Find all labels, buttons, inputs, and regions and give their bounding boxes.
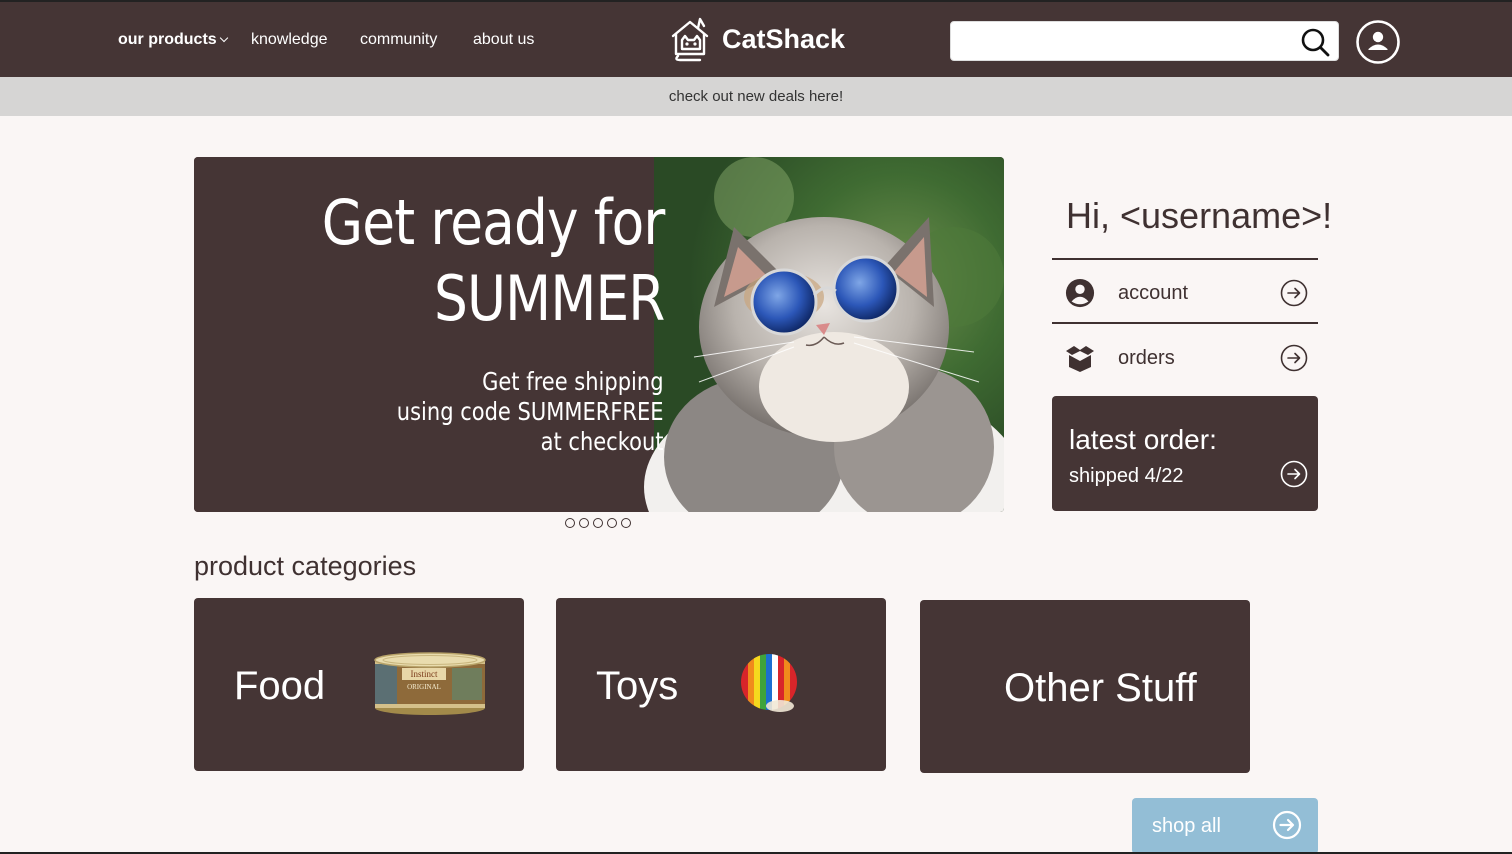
category-label-food: Food (234, 664, 326, 708)
category-card-toys[interactable]: Toys (556, 598, 886, 771)
nav-knowledge[interactable]: knowledge (251, 31, 328, 49)
top-navigation-bar: our products knowledge community about u… (0, 0, 1512, 77)
orders-label: orders (1118, 347, 1175, 369)
nav-community[interactable]: community (360, 31, 437, 49)
search-input[interactable] (961, 28, 1291, 54)
promo-banner: check out new deals here! (0, 77, 1512, 116)
open-box-icon (1066, 346, 1094, 372)
category-card-food[interactable]: Food Instinct ORIGINAL (194, 598, 524, 771)
cat-food-can-image: Instinct ORIGINAL (374, 652, 486, 715)
carousel-dot[interactable] (621, 518, 631, 528)
latest-order-title: latest order: (1069, 424, 1217, 455)
hero-title: Get ready for SUMMER (321, 185, 665, 337)
brand-logo[interactable]: CatShack (668, 16, 845, 62)
nav-our-products-label: our products (118, 31, 217, 48)
profile-button[interactable] (1355, 19, 1401, 65)
latest-order-card[interactable]: latest order: shipped 4/22 (1052, 396, 1318, 511)
rainbow-ball-image (741, 654, 797, 712)
hero-banner[interactable]: Get ready for SUMMER Get free shipping u… (194, 157, 1004, 512)
divider (1052, 322, 1318, 324)
search-bar (950, 21, 1339, 61)
category-label-other-stuff: Other Stuff (1004, 666, 1197, 710)
search-icon[interactable] (1300, 27, 1330, 57)
category-label-toys: Toys (596, 664, 679, 708)
shop-all-button[interactable]: shop all (1132, 798, 1318, 854)
carousel-dot[interactable] (607, 518, 617, 528)
user-greeting: Hi, <username>! (1066, 195, 1333, 236)
hero-subtitle-line-2: using code SUMMERFREE (397, 397, 664, 426)
hero-title-line-2: SUMMER (433, 262, 665, 335)
hero-subtitle: Get free shipping using code SUMMERFREE … (397, 367, 664, 457)
carousel-dot[interactable] (593, 518, 603, 528)
deals-link[interactable]: check out new deals here! (669, 88, 843, 105)
user-circle-icon (1065, 278, 1095, 308)
brand-name: CatShack (722, 23, 846, 54)
hero-subtitle-line-1: Get free shipping (482, 367, 664, 396)
can-line-text: ORIGINAL (407, 683, 441, 691)
chevron-down-icon (219, 33, 228, 43)
orders-link[interactable]: orders (1052, 327, 1318, 389)
shop-all-label: shop all (1152, 815, 1221, 837)
account-link[interactable]: account (1052, 262, 1318, 324)
divider (1052, 258, 1318, 260)
hero-title-line-1: Get ready for (321, 186, 665, 259)
carousel-dot[interactable] (565, 518, 575, 528)
product-categories-heading: product categories (194, 551, 417, 581)
hero-subtitle-line-3: at checkout (541, 427, 664, 456)
arrow-right-circle-icon (1272, 810, 1302, 840)
nav-about-us[interactable]: about us (473, 31, 534, 49)
arrow-right-circle-icon (1280, 344, 1308, 372)
account-label: account (1118, 282, 1189, 304)
arrow-right-circle-icon (1280, 460, 1308, 488)
latest-order-status: shipped 4/22 (1069, 465, 1184, 487)
carousel-dot[interactable] (579, 518, 589, 528)
cat-house-icon (671, 17, 709, 62)
can-brand-text: Instinct (411, 669, 438, 679)
carousel-dots (565, 518, 631, 528)
nav-our-products[interactable]: our products (118, 31, 228, 49)
arrow-right-circle-icon (1280, 279, 1308, 307)
category-card-other-stuff[interactable]: Other Stuff (920, 600, 1250, 773)
